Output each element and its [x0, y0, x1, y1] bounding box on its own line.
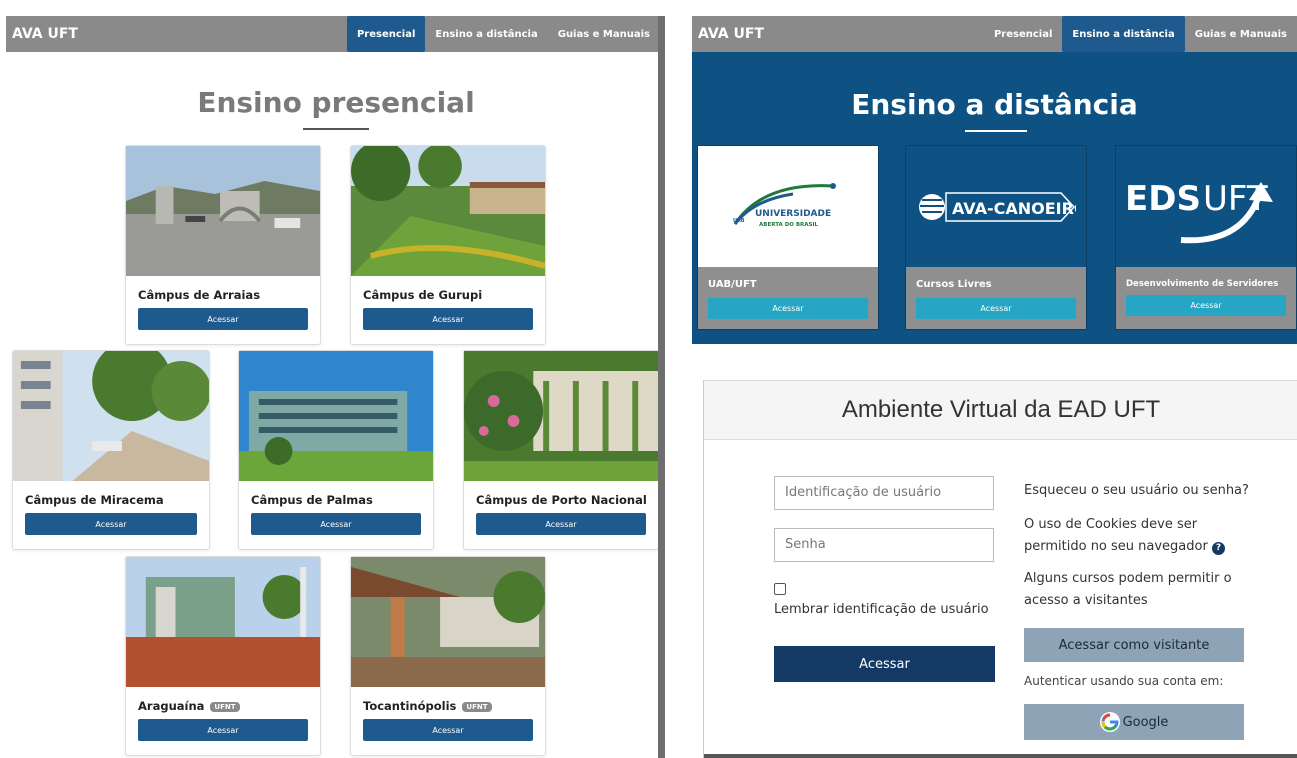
campus-title: Câmpus de Porto Nacional [476, 493, 647, 507]
campus-photo [126, 146, 320, 276]
acessar-button[interactable]: Acessar [138, 719, 308, 741]
campus-title: Câmpus de Arraias [138, 288, 261, 302]
uab-subtext: ABERTA DO BRASIL [759, 222, 819, 228]
remember-checkbox[interactable] [774, 583, 786, 595]
card-title: UAB/UFT [708, 279, 757, 290]
card-title: Desenvolvimento de Servidores [1126, 279, 1279, 289]
remember-label: Lembrar identificação de usuário [774, 602, 989, 617]
eds-text: EDS [1125, 179, 1201, 219]
forgot-password-link[interactable]: Esqueceu o seu usuário ou senha? [1024, 480, 1249, 502]
acessar-button[interactable]: Acessar [363, 719, 533, 741]
campus-photo [239, 351, 433, 481]
campus-title: Tocantinópolis UFNT [363, 699, 492, 713]
acessar-button[interactable]: Acessar [138, 308, 308, 330]
guests-notice: Alguns cursos podem permitir o acesso a … [1024, 571, 1232, 608]
acessar-button[interactable]: Acessar [25, 513, 197, 535]
acessar-button[interactable]: Acessar [916, 298, 1076, 319]
ava-canoeiro-logo: AVA-CANOEIRO [906, 146, 1086, 267]
dist-card-uab: UNIVERSIDADE ABERTA DO BRASIL UAB UAB/UF… [697, 145, 879, 330]
campus-card-miracema: Câmpus de Miracema Acessar [12, 350, 210, 550]
acessar-button[interactable]: Acessar [1126, 295, 1286, 316]
ava-canoeiro-text: AVA-CANOEIRO [952, 199, 1076, 218]
distancia-page: AVA UFT Presencial Ensino a distância Gu… [692, 16, 1297, 344]
nav-presencial[interactable]: Presencial [346, 16, 426, 52]
campus-title: Câmpus de Miracema [25, 493, 164, 507]
campus-title: Câmpus de Gurupi [363, 288, 483, 302]
campus-card-arraias: Câmpus de Arraias Acessar [125, 145, 321, 345]
nav-guias-manuais[interactable]: Guias e Manuais [1185, 16, 1297, 52]
auth-with-label: Autenticar usando sua conta em: [1024, 674, 1224, 688]
campus-card-tocantinopolis: Tocantinópolis UFNT Acessar [350, 556, 546, 756]
panel-bottom-border [704, 754, 1297, 758]
nav-guias-manuais[interactable]: Guias e Manuais [548, 16, 660, 52]
acessar-button[interactable]: Acessar [708, 298, 868, 319]
top-navbar: AVA UFT Presencial Ensino a distância Gu… [692, 16, 1297, 52]
uab-text: UNIVERSIDADE [755, 209, 831, 219]
google-login-button[interactable]: Google [1024, 704, 1244, 740]
cookies-text: O uso de Cookies deve ser permitido no s… [1024, 517, 1208, 554]
campus-title: Araguaína UFNT [138, 699, 240, 713]
dist-card-servidores: EDS UFT Desenvolvimento de Servidores Ac… [1115, 145, 1297, 330]
login-button[interactable]: Acessar [774, 646, 995, 682]
help-icon[interactable]: ? [1211, 542, 1225, 555]
campus-photo [13, 351, 209, 481]
brand-logo[interactable]: AVA UFT [6, 26, 347, 42]
page-title: Ensino a distância [851, 88, 1138, 121]
google-label: Google [1122, 714, 1169, 730]
nav-presencial[interactable]: Presencial [984, 16, 1062, 52]
campus-card-gurupi: Câmpus de Gurupi Acessar [350, 145, 546, 345]
page-title: Ensino presencial [197, 86, 475, 119]
nav-ensino-distancia[interactable]: Ensino a distância [425, 16, 547, 52]
cookies-notice: O uso de Cookies deve ser permitido no s… [1024, 514, 1234, 558]
campus-card-porto-nacional: Câmpus de Porto Nacional Acessar [463, 350, 659, 550]
campus-photo [351, 146, 545, 276]
brand-logo[interactable]: AVA UFT [692, 26, 984, 42]
campus-title: Câmpus de Palmas [251, 493, 373, 507]
uab-logo: UNIVERSIDADE ABERTA DO BRASIL UAB [698, 146, 878, 267]
acessar-button[interactable]: Acessar [476, 513, 646, 535]
password-input[interactable]: Senha [774, 528, 994, 562]
campus-card-palmas: Câmpus de Palmas Acessar [238, 350, 434, 550]
username-input[interactable]: Identificação de usuário [774, 476, 994, 510]
panel-divider [658, 16, 665, 758]
login-title: Ambiente Virtual da EAD UFT [704, 380, 1297, 440]
campus-photo [126, 557, 320, 687]
campus-card-araguaina: Araguaína UFNT Acessar [125, 556, 321, 756]
google-icon [1099, 712, 1120, 732]
title-underline [303, 128, 369, 130]
edsuft-logo: EDS UFT [1116, 146, 1296, 267]
campus-photo [351, 557, 545, 687]
top-navbar: AVA UFT Presencial Ensino a distância Gu… [6, 16, 660, 52]
campus-photo [464, 351, 658, 481]
presencial-page: AVA UFT Presencial Ensino a distância Gu… [0, 0, 665, 758]
guest-login-button[interactable]: Acessar como visitante [1024, 628, 1244, 662]
uab-mark: UAB [733, 218, 745, 224]
ufnt-badge: UFNT [210, 701, 240, 712]
card-title: Cursos Livres [916, 279, 992, 290]
acessar-button[interactable]: Acessar [363, 308, 533, 330]
nav-ensino-distancia[interactable]: Ensino a distância [1062, 16, 1185, 52]
login-panel: Ambiente Virtual da EAD UFT Identificaçã… [703, 380, 1297, 758]
dist-card-cursos-livres: AVA-CANOEIRO Cursos Livres Acessar [905, 145, 1087, 330]
acessar-button[interactable]: Acessar [251, 513, 421, 535]
title-underline [965, 130, 1027, 132]
ufnt-badge: UFNT [462, 701, 492, 712]
